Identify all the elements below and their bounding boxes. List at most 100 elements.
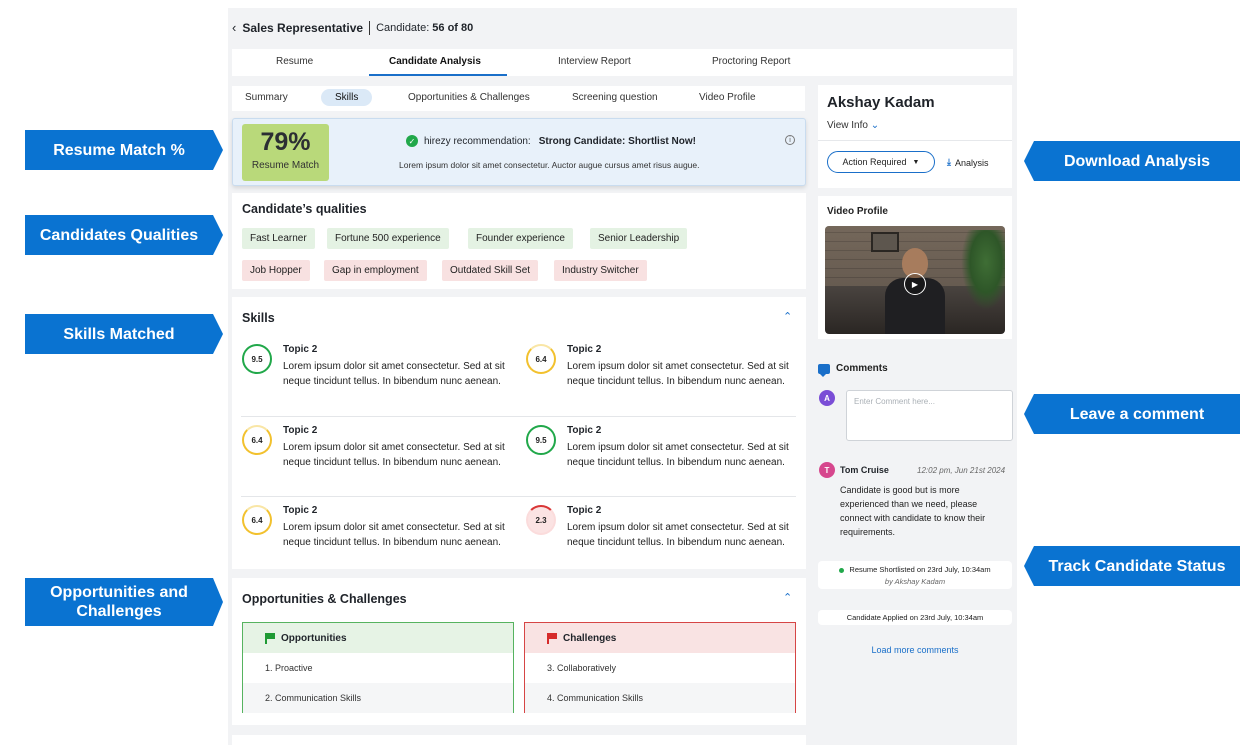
skills-card: Skills ⌃ 9.5 Topic 2 Lorem ipsum dolor s… xyxy=(232,297,806,569)
skill-description: Lorem ipsum dolor sit amet consectetur. … xyxy=(567,442,789,468)
skill-score: 6.4 xyxy=(526,344,556,374)
comments-title: Comments xyxy=(836,363,888,374)
skill-description: Lorem ipsum dolor sit amet consectetur. … xyxy=(283,361,505,387)
challenges-header: Challenges xyxy=(525,623,795,653)
list-item: 1. Proactive xyxy=(265,663,313,673)
resume-match-label: Resume Match xyxy=(251,160,320,171)
tab-interview-report[interactable]: Interview Report xyxy=(558,56,631,67)
chevron-up-icon[interactable]: ⌃ xyxy=(783,310,792,323)
subtab-summary[interactable]: Summary xyxy=(245,92,288,103)
concern-chip: Gap in employment xyxy=(324,260,427,281)
candidate-label: Candidate: xyxy=(376,21,430,34)
callout-download-analysis: Download Analysis xyxy=(1024,141,1240,181)
load-more-comments-link[interactable]: Load more comments xyxy=(818,645,1012,655)
page-header: ‹ Sales Representative Candidate: 56 of … xyxy=(232,20,473,35)
recommendation-prefix: hirezy recommendation: xyxy=(424,135,531,147)
challenges-list: Challenges 3. Collaboratively 4. Communi… xyxy=(524,622,796,713)
skill-score: 9.5 xyxy=(526,425,556,455)
video-profile-card: Video Profile ▶ xyxy=(818,196,1012,339)
view-info-link[interactable]: View Info ⌄ xyxy=(827,120,879,131)
divider xyxy=(369,20,371,35)
skill-description: Lorem ipsum dolor sit amet consectetur. … xyxy=(283,442,505,468)
chevron-up-icon[interactable]: ⌃ xyxy=(783,591,792,604)
comment-text: Candidate is good but is more experience… xyxy=(840,485,986,537)
divider xyxy=(818,140,1012,141)
concern-chip: Outdated Skill Set xyxy=(442,260,539,281)
recommendation-banner: 79% Resume Match ✓ hirezy recommendation… xyxy=(232,118,806,186)
video-thumbnail[interactable]: ▶ xyxy=(825,226,1005,334)
list-item: 2. Communication Skills xyxy=(243,683,513,713)
flag-icon xyxy=(547,632,557,644)
concern-chip: Industry Switcher xyxy=(554,260,647,281)
skills-title: Skills xyxy=(242,311,275,325)
status-event: Resume Shortlisted on 23rd July, 10:34am… xyxy=(818,561,1012,589)
resume-match-box: 79% Resume Match xyxy=(242,124,329,181)
chevron-down-icon: ⌄ xyxy=(870,120,880,131)
callout-track-status: Track Candidate Status xyxy=(1024,546,1240,586)
tab-proctoring-report[interactable]: Proctoring Report xyxy=(712,56,790,67)
subtab-video-profile[interactable]: Video Profile xyxy=(699,92,756,103)
subtab-skills[interactable]: Skills xyxy=(321,89,373,106)
quality-chip: Fast Learner xyxy=(242,228,315,249)
avatar: A xyxy=(819,390,835,406)
profile-card: Akshay Kadam View Info ⌄ Action Required… xyxy=(818,85,1012,188)
opportunities-title: Opportunities & Challenges xyxy=(242,592,407,606)
resume-match-percent: 79% xyxy=(260,128,311,156)
opportunities-card: Opportunities & Challenges ⌃ Opportuniti… xyxy=(232,578,806,725)
skill-score: 6.4 xyxy=(242,425,272,455)
subtab-opportunities[interactable]: Opportunities & Challenges xyxy=(408,92,530,103)
app-window: ‹ Sales Representative Candidate: 56 of … xyxy=(228,8,1017,745)
check-circle-icon: ✓ xyxy=(406,135,418,147)
divider xyxy=(241,416,796,417)
info-icon[interactable]: i xyxy=(785,135,795,145)
quality-chip: Fortune 500 experience xyxy=(327,228,449,249)
callout-leave-comment: Leave a comment xyxy=(1024,394,1240,434)
status-by: by Akshay Kadam xyxy=(884,577,946,586)
concern-chip: Job Hopper xyxy=(242,260,310,281)
opportunities-label: Opportunities xyxy=(281,632,347,644)
recommendation-detail: Lorem ipsum dolor sit amet consectetur. … xyxy=(399,160,700,170)
callout-candidate-qualities: Candidates Qualities xyxy=(25,215,223,255)
active-tab-indicator xyxy=(369,74,507,76)
avatar: T xyxy=(819,462,835,478)
tab-candidate-analysis[interactable]: Candidate Analysis xyxy=(389,56,481,67)
sub-tabs: Summary Skills Opportunities & Challenge… xyxy=(232,86,805,111)
skill-title: Topic 2 xyxy=(283,344,318,355)
callout-skills-matched: Skills Matched xyxy=(25,314,223,354)
download-icon: ⤓ xyxy=(947,157,951,167)
skill-description: Lorem ipsum dolor sit amet consectetur. … xyxy=(567,522,789,548)
thumbnail-plant xyxy=(961,230,1005,310)
download-analysis-button[interactable]: ⤓ Analysis xyxy=(947,157,989,168)
skill-score: 2.3 xyxy=(526,505,556,535)
list-item: 4. Communication Skills xyxy=(525,683,795,713)
comment-input[interactable]: Enter Comment here... xyxy=(846,390,1013,441)
tab-resume[interactable]: Resume xyxy=(276,56,313,67)
skill-title: Topic 2 xyxy=(567,505,602,516)
skill-title: Topic 2 xyxy=(567,425,602,436)
comment-icon xyxy=(818,363,830,377)
subtab-screening-question[interactable]: Screening question xyxy=(572,92,658,103)
quality-chip: Founder experience xyxy=(468,228,573,249)
action-required-dropdown[interactable]: Action Required ▼ xyxy=(827,151,935,173)
candidate-name: Akshay Kadam xyxy=(827,94,935,111)
skill-description: Lorem ipsum dolor sit amet consectetur. … xyxy=(567,361,789,387)
qualities-card: Candidate’s qualities Fast Learner Fortu… xyxy=(232,193,806,289)
flag-icon xyxy=(265,632,275,644)
next-card-edge xyxy=(232,735,806,745)
play-icon[interactable]: ▶ xyxy=(904,273,926,295)
list-item: 3. Collaboratively xyxy=(547,663,617,673)
chevron-left-icon[interactable]: ‹ xyxy=(232,20,236,35)
callout-opportunities: Opportunities and Challenges xyxy=(25,578,223,626)
quality-chip: Senior Leadership xyxy=(590,228,688,249)
challenges-label: Challenges xyxy=(563,632,617,644)
caret-down-icon: ▼ xyxy=(912,158,920,166)
callout-resume-match: Resume Match % xyxy=(25,130,223,170)
skill-title: Topic 2 xyxy=(283,505,318,516)
skill-score: 9.5 xyxy=(242,344,272,374)
skill-title: Topic 2 xyxy=(567,344,602,355)
skill-description: Lorem ipsum dolor sit amet consectetur. … xyxy=(283,522,505,548)
job-title: Sales Representative xyxy=(242,20,364,35)
recommendation-verdict: Strong Candidate: Shortlist Now! xyxy=(538,135,696,147)
comment-author: Tom Cruise xyxy=(840,465,889,475)
divider xyxy=(241,496,796,497)
